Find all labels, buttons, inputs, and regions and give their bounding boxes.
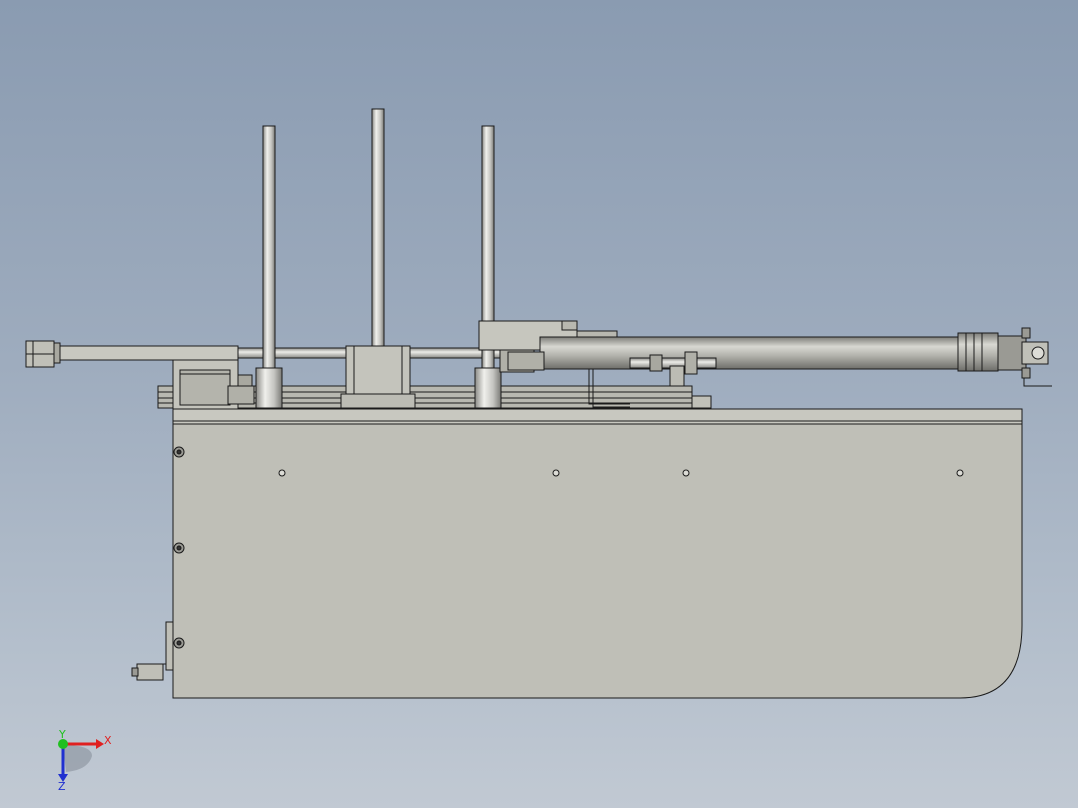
x-axis-arrow bbox=[96, 739, 104, 749]
screw-center bbox=[176, 449, 182, 455]
left-actuator-block[interactable] bbox=[172, 356, 255, 410]
left-bracket[interactable] bbox=[131, 621, 174, 681]
vertical-rod-left bbox=[262, 125, 276, 371]
screw-center bbox=[176, 640, 182, 646]
screw-center bbox=[176, 545, 182, 551]
z-axis-label: Z bbox=[58, 780, 66, 793]
hole bbox=[682, 469, 690, 477]
model-canvas[interactable]: X Y Z bbox=[0, 0, 1078, 808]
hole bbox=[278, 469, 286, 477]
base-plate[interactable] bbox=[172, 423, 1023, 699]
coordinate-triad: X Y Z bbox=[58, 728, 112, 793]
triad-shadow bbox=[63, 745, 92, 772]
x-axis-label: X bbox=[104, 734, 112, 747]
y-axis-label: Y bbox=[58, 728, 66, 741]
vertical-rods[interactable] bbox=[262, 108, 495, 371]
hole bbox=[552, 469, 560, 477]
top-strip bbox=[172, 408, 1023, 425]
hole bbox=[956, 469, 964, 477]
center-support-block[interactable] bbox=[340, 345, 416, 409]
vertical-rod-center bbox=[371, 108, 385, 348]
cad-viewport[interactable]: X Y Z bbox=[0, 0, 1078, 808]
main-cylinder[interactable] bbox=[507, 327, 1052, 387]
